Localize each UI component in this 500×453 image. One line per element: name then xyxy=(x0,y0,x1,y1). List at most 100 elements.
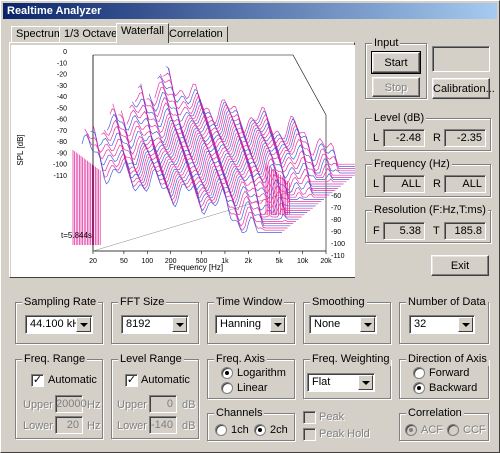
unit-label: dB xyxy=(182,399,196,411)
ccf-radio[interactable] xyxy=(447,424,459,436)
radio-label: 1ch xyxy=(231,424,249,436)
y-tick-label: -20 xyxy=(57,72,67,79)
button-label: Calibration... xyxy=(433,83,495,95)
y-tick-label: -30 xyxy=(57,83,67,90)
group-title: Frequency (Hz) xyxy=(372,158,452,171)
checkbox-label: Automatic xyxy=(48,374,97,386)
freq-range-automatic-checkbox[interactable]: ✓ xyxy=(31,374,44,387)
group-title: Number of Data xyxy=(406,296,488,309)
y-tick-label: -110 xyxy=(54,173,68,180)
tab-third-octave[interactable]: 1/3 Octave xyxy=(59,26,123,42)
select-value: 8192 xyxy=(126,318,151,330)
y-right-tick-label: -60 xyxy=(331,193,341,200)
chevron-down-icon xyxy=(358,375,373,390)
radio-label: Logarithm xyxy=(237,367,286,379)
number-of-data-select[interactable]: 32 xyxy=(409,315,475,334)
x-tick-label: 2k xyxy=(245,258,253,265)
group-title: FFT Size xyxy=(118,296,167,309)
level-upper-input[interactable]: 0 xyxy=(149,395,177,413)
group-title: Freq. Axis xyxy=(214,353,267,366)
chevron-down-icon xyxy=(458,317,473,332)
tab-waterfall[interactable]: Waterfall xyxy=(116,23,169,43)
y-right-tick-label: -90 xyxy=(331,229,341,236)
level-upper-label: Upper xyxy=(117,399,147,411)
select-value: 32 xyxy=(414,318,427,330)
stop-button[interactable]: Stop xyxy=(372,77,420,97)
forward-radio[interactable] xyxy=(413,367,425,379)
radio-label: Forward xyxy=(429,367,470,379)
tab-label: Correlation xyxy=(169,28,223,40)
fft-size-select[interactable]: 8192 xyxy=(121,315,189,334)
y-right-tick-label: -70 xyxy=(331,205,341,212)
freq-weighting-select[interactable]: Flat xyxy=(307,373,375,392)
level-range-automatic-checkbox[interactable]: ✓ xyxy=(125,374,138,387)
radio-label: Backward xyxy=(429,382,478,394)
calibration-button[interactable]: Calibration... xyxy=(432,78,495,99)
resolution-f-label: F xyxy=(373,225,380,237)
group-title: Resolution (F:Hz,T:ms) xyxy=(372,204,488,217)
backward-radio[interactable] xyxy=(413,382,425,394)
select-value: Hanning xyxy=(220,318,261,330)
x-tick-label: 10k xyxy=(297,258,309,265)
smoothing-select[interactable]: None xyxy=(309,315,377,334)
checkbox-label: Peak Hold xyxy=(319,428,370,440)
y-right-tick-label: -80 xyxy=(331,217,341,224)
group-title: Level (dB) xyxy=(372,112,427,125)
select-value: None xyxy=(314,318,341,330)
chevron-down-icon xyxy=(172,317,187,332)
radio-label: Linear xyxy=(237,382,268,394)
sampling-rate-select[interactable]: 44.100 kHz xyxy=(25,315,93,334)
y-axis-label: SPL [dB] xyxy=(16,134,25,165)
peak-checkbox[interactable] xyxy=(303,411,316,424)
y-tick-label: -100 xyxy=(53,162,67,169)
title-bar[interactable]: Realtime Analyzer xyxy=(3,3,497,19)
group-title: Input xyxy=(372,37,401,50)
x-tick-label: 20 xyxy=(89,258,97,265)
group-title: Sampling Rate xyxy=(22,296,99,309)
frequency-l-label: L xyxy=(373,178,380,190)
unit-label: Hz xyxy=(87,399,101,411)
freq-lower-input[interactable]: 20 xyxy=(55,416,83,434)
group-title: Freq. Weighting xyxy=(310,353,392,366)
x-axis-label: Frequency [Hz] xyxy=(169,263,223,272)
x-tick-label: 20k xyxy=(320,258,332,265)
tab-correlation[interactable]: Correlation xyxy=(164,26,228,42)
freq-upper-input[interactable]: 20000 xyxy=(55,395,87,413)
tab-label: 1/3 Octave xyxy=(64,28,118,40)
group-title: Channels xyxy=(214,407,265,420)
logarithm-radio[interactable] xyxy=(221,367,233,379)
resolution-f-value: 5.38 xyxy=(383,222,425,240)
tab-label: Spectrum xyxy=(16,28,64,40)
2ch-radio[interactable] xyxy=(254,424,266,436)
app-window: Realtime Analyzer Spectrum 1/3 Octave Wa… xyxy=(0,0,500,453)
y-right-tick-label: -110 xyxy=(331,253,345,260)
unit-label: Hz xyxy=(87,420,101,432)
chevron-down-icon xyxy=(270,317,285,332)
radio-label: 2ch xyxy=(270,424,288,436)
start-button[interactable]: Start xyxy=(371,51,421,74)
peak-hold-checkbox[interactable] xyxy=(303,428,316,441)
window-title: Realtime Analyzer xyxy=(7,5,102,17)
level-lower-input[interactable]: -140 xyxy=(149,416,177,434)
exit-button[interactable]: Exit xyxy=(431,255,489,276)
time-window-select[interactable]: Hanning xyxy=(215,315,287,334)
select-value: Flat xyxy=(312,376,331,388)
button-label: Start xyxy=(384,57,408,69)
group-title: Correlation xyxy=(406,407,464,420)
y-tick-label: -70 xyxy=(57,128,67,135)
tab-label: Waterfall xyxy=(121,25,164,37)
linear-radio[interactable] xyxy=(221,382,233,394)
input-indicator xyxy=(432,46,490,72)
level-l-label: L xyxy=(373,132,380,144)
1ch-radio[interactable] xyxy=(215,424,227,436)
y-tick-label: -90 xyxy=(57,150,67,157)
y-tick-label: -10 xyxy=(57,60,67,67)
resolution-t-label: T xyxy=(433,225,440,237)
y-tick-label: -50 xyxy=(57,105,67,112)
radio-label: CCF xyxy=(463,424,486,436)
unit-label: dB xyxy=(182,420,196,432)
time-label: t=5.844s xyxy=(61,231,92,240)
waterfall-plot: 0 -10 -20 -30 -40 -50 -60 -70 -80 -90 -100 -110 -60 -… xyxy=(11,45,355,277)
frequency-r-label: R xyxy=(433,178,441,190)
acf-radio[interactable] xyxy=(405,424,417,436)
